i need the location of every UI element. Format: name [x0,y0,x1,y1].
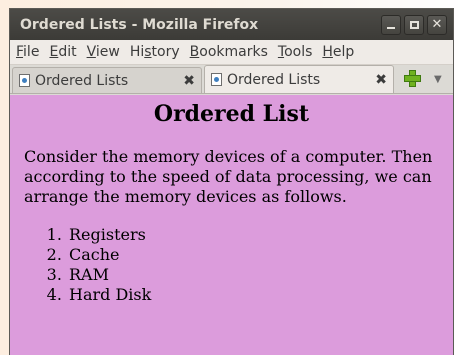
page-icon [19,74,30,87]
list-item: Hard Disk [67,285,453,305]
tab-ordered-lists-2[interactable]: Ordered Lists ✖ [204,65,394,93]
ordered-list: Registers Cache RAM Hard Disk [10,225,453,305]
menu-history[interactable]: History [126,44,184,60]
close-window-button[interactable]: ✕ [427,14,447,35]
window-controls: ✕ [381,14,447,35]
list-item: Registers [67,225,453,245]
minimize-button[interactable] [381,14,401,35]
close-tab-icon[interactable]: ✖ [183,73,195,89]
page-icon [211,73,222,86]
tab-bar: Ordered Lists ✖ Ordered Lists ✖ ▼ [10,65,453,94]
menu-bookmarks[interactable]: Bookmarks [186,44,272,60]
window-title: Ordered Lists - Mozilla Firefox [20,16,259,33]
maximize-button[interactable] [404,14,424,35]
browser-window: Ordered Lists - Mozilla Firefox ✕ File E… [9,8,454,355]
page-content: Ordered List Consider the memory devices… [10,95,453,355]
menu-edit[interactable]: Edit [45,44,80,60]
plus-icon[interactable] [402,68,424,90]
tab-label: Ordered Lists [35,72,129,89]
chevron-down-icon[interactable]: ▼ [434,74,442,85]
list-item: RAM [67,265,453,285]
tab-label: Ordered Lists [227,71,321,88]
menu-help[interactable]: Help [318,44,358,60]
list-item: Cache [67,245,453,265]
menu-view[interactable]: View [83,44,124,60]
menu-file[interactable]: File [12,44,43,60]
title-bar[interactable]: Ordered Lists - Mozilla Firefox ✕ [10,9,453,40]
close-tab-icon[interactable]: ✖ [375,72,387,88]
tab-ordered-lists-1[interactable]: Ordered Lists ✖ [12,67,202,93]
menu-tools[interactable]: Tools [274,44,317,60]
menu-bar: File Edit View History Bookmarks Tools H… [10,40,453,65]
page-heading: Ordered List [153,101,310,127]
page-paragraph: Consider the memory devices of a compute… [24,147,433,206]
